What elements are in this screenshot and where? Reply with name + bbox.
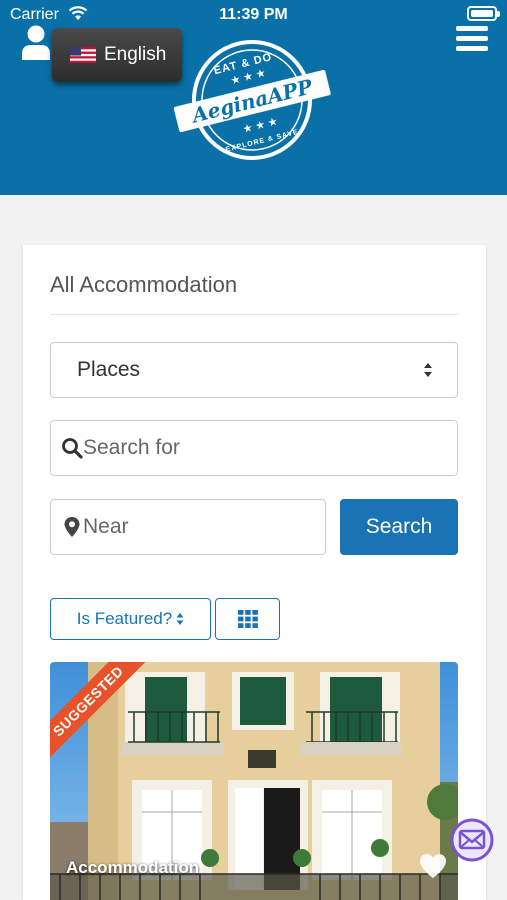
us-flag-icon — [70, 47, 96, 63]
listing-card[interactable]: SUGGESTED Accommodation — [50, 662, 458, 900]
user-icon[interactable] — [20, 24, 52, 60]
search-input[interactable] — [83, 421, 449, 475]
hamburger-menu-icon[interactable] — [456, 26, 488, 54]
mail-icon[interactable] — [450, 818, 494, 862]
logo: EAT & DO ★ ★ ★ AeginaAPP ★ ★ ★ EXPLORE &… — [173, 40, 331, 160]
near-input[interactable] — [83, 500, 317, 554]
featured-label: Is Featured? — [76, 609, 173, 628]
page-title: All Accommodation — [50, 272, 238, 297]
svg-text:★ ★ ★: ★ ★ ★ — [242, 116, 280, 136]
search-field[interactable] — [50, 420, 458, 476]
divider — [50, 314, 459, 315]
battery-icon — [467, 6, 500, 21]
search-button[interactable]: Search — [340, 499, 458, 555]
heart-icon[interactable] — [418, 852, 448, 880]
select-value: Places — [77, 358, 141, 381]
grid-icon — [237, 610, 258, 628]
featured-sort-button[interactable]: Is Featured? — [50, 598, 211, 640]
search-icon — [62, 438, 83, 459]
listing-category: Accommodation — [66, 858, 200, 877]
near-field[interactable] — [50, 499, 326, 555]
content-card: All Accommodation Places Search Is Featu… — [23, 245, 486, 900]
grid-view-button[interactable] — [215, 598, 280, 640]
language-selector[interactable]: English — [52, 28, 182, 82]
app-header: Carrier 11:39 PM EAT & DO ★ ★ ★ AeginaAP… — [0, 0, 507, 195]
language-label: English — [104, 44, 167, 65]
status-time: 11:39 PM — [219, 6, 288, 23]
sort-arrows-icon — [424, 363, 432, 377]
location-pin-icon — [64, 517, 80, 537]
sort-icon — [176, 613, 184, 625]
logo-bottom-text: EXPLORE & SAVE — [225, 129, 299, 154]
places-select[interactable]: Places — [50, 342, 458, 398]
status-bar: Carrier 11:39 PM — [0, 0, 507, 30]
